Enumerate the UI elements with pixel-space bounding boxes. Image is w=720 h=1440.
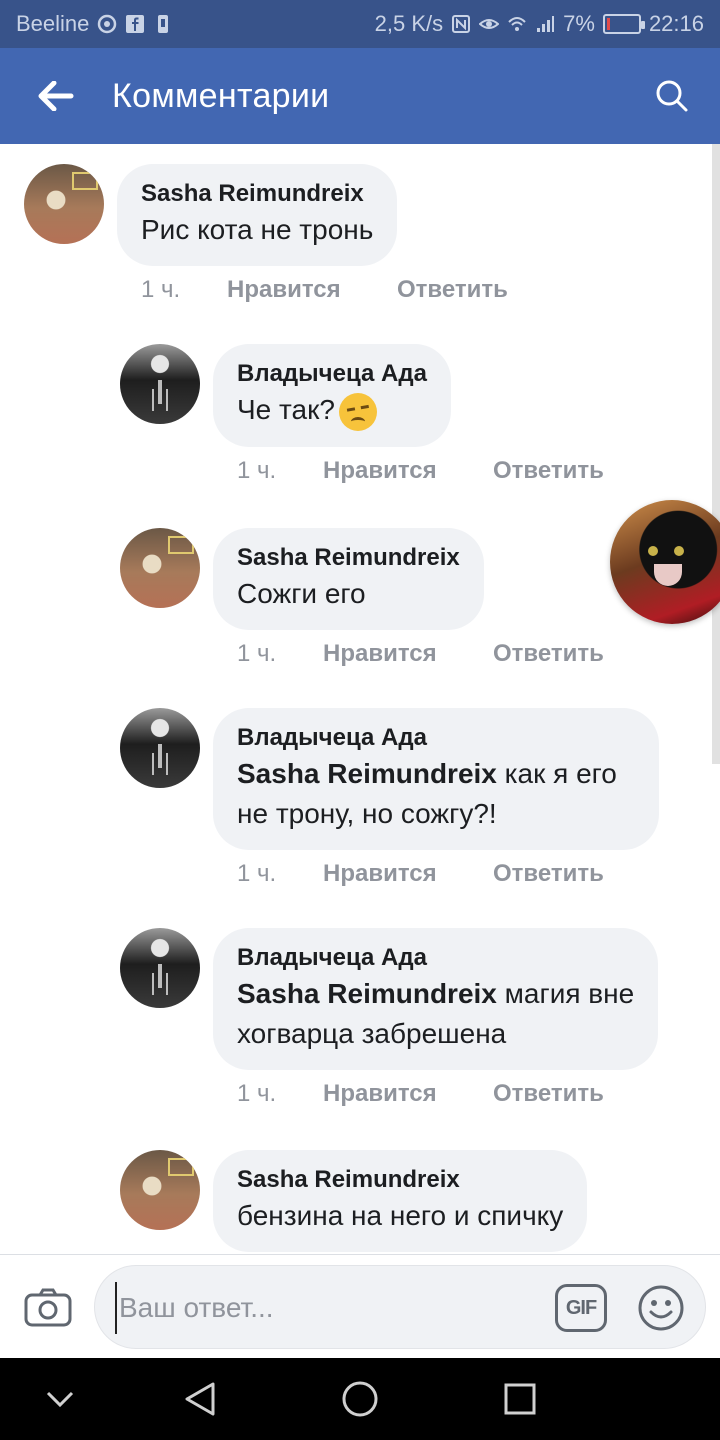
comment-actions: 1 ч. Нравится Ответить [213,1080,658,1108]
nav-back-button[interactable] [150,1358,250,1440]
camera-icon [24,1288,72,1327]
back-triangle-icon [185,1382,215,1416]
page-title: Комментарии [112,76,330,115]
mention-link[interactable]: Sasha Reimundreix [237,758,497,789]
comment-text-line: Sasha Reimundreix как я его [237,754,617,794]
comment-text-line-2: не трону, но сожгу?! [237,798,497,829]
comment: Владычеца Ада Че так? 1 ч. Нравится Отве… [120,344,604,485]
smiley-icon[interactable] [637,1284,685,1332]
comment-time: 1 ч. [237,640,277,667]
like-button[interactable]: Нравится [323,860,493,888]
comment-text-row: Че так? [237,390,427,431]
comment-time: 1 ч. [237,456,277,484]
comment-time: 1 ч. [237,860,277,887]
comment: Владычеца Ада Sasha Reimundreix как я ег… [120,708,659,888]
comment-actions: 1 ч. Нравится Ответить [213,640,604,668]
comment-text: магия вне [496,978,635,1009]
camera-button[interactable] [22,1281,74,1333]
comment-actions: 1 ч. Нравится Ответить [117,276,508,304]
scrollbar[interactable] [712,144,720,764]
chat-head-bubble[interactable] [610,500,720,624]
comment-actions: 1 ч. Нравится Ответить [213,860,659,888]
comment-bubble[interactable]: Владычеца Ада Sasha Reimundreix как я ег… [213,708,659,850]
comment-author[interactable]: Владычеца Ада [237,722,617,754]
nav-recents-button[interactable] [470,1358,570,1440]
comment-author[interactable]: Владычеца Ада [237,358,427,390]
nav-home-button[interactable] [310,1358,410,1440]
reply-input[interactable] [115,1282,535,1334]
comments-list[interactable]: Sasha Reimundreix Рис кота не тронь 1 ч.… [0,144,720,1254]
avatar[interactable] [120,708,200,788]
like-button[interactable]: Нравится [323,640,493,668]
search-button[interactable] [624,48,720,144]
avatar[interactable] [120,928,200,1008]
comment-author[interactable]: Владычеца Ада [237,942,634,974]
app-header: Комментарии [0,48,720,144]
comment-bubble[interactable]: Sasha Reimundreix бензина на него и спич… [213,1150,588,1252]
comment-time: 1 ч. [141,276,181,303]
like-button[interactable]: Нравится [227,276,397,304]
comment-text-line-2: хогварца забрешена [237,1018,507,1049]
reply-button[interactable]: Ответить [493,1080,604,1108]
comment-time: 1 ч. [237,1080,277,1107]
avatar[interactable] [120,1150,200,1230]
comment-author[interactable]: Sasha Reimundreix [237,542,460,574]
reply-button[interactable]: Ответить [493,640,604,668]
status-bar: Beeline 2,5 K/s 7% 22:16 [0,0,720,48]
avatar[interactable] [24,164,104,244]
network-speed: 2,5 K/s [374,11,444,36]
eye-icon [479,19,500,29]
chrome-icon [98,14,117,34]
like-button[interactable]: Нравится [323,457,493,485]
comment-text: Сожги его [237,578,366,609]
comment-text-line: Sasha Reimundreix магия вне [237,974,634,1014]
back-button[interactable] [0,48,112,144]
comment-text: как я его [496,758,617,789]
nfc-icon [452,15,471,33]
gif-button[interactable]: GIF [555,1284,607,1332]
comment: Sasha Reimundreix бензина на него и спич… [120,1150,588,1252]
comment-text: Че так? [237,394,335,425]
reply-button[interactable]: Ответить [493,860,604,888]
system-nav-bar [0,1358,720,1440]
arrow-left-icon [38,81,74,111]
comment-text: Рис кота не тронь [141,214,374,245]
comment-actions: 1 ч. Нравится Ответить [213,457,604,485]
chevron-down-icon [46,1391,74,1408]
reply-button[interactable]: Ответить [397,276,508,304]
comment-author[interactable]: Sasha Reimundreix [237,1164,563,1196]
search-icon [656,80,688,112]
comment-bubble[interactable]: Sasha Reimundreix Рис кота не тронь [117,164,398,266]
avatar[interactable] [120,344,200,424]
comment: Sasha Reimundreix Сожги его 1 ч. Нравитс… [120,528,604,668]
clock: 22:16 [648,11,704,36]
reply-input-box[interactable]: GIF [94,1265,706,1349]
avatar[interactable] [120,528,200,608]
disappointed-face-icon [338,392,377,431]
comment: Владычеца Ада Sasha Reimundreix магия вн… [120,928,659,1108]
sim-icon [158,15,169,33]
comment-bubble[interactable]: Sasha Reimundreix Сожги его [213,528,484,630]
wifi-icon [508,17,526,31]
facebook-icon [126,15,145,33]
like-button[interactable]: Нравится [323,1080,493,1108]
reply-composer: GIF [0,1254,720,1358]
recents-square-icon [504,1383,536,1415]
battery-level [606,18,610,30]
comment-bubble[interactable]: Владычеца Ада Че так? [213,344,451,447]
comment-author[interactable]: Sasha Reimundreix [141,178,373,210]
battery-percent: 7% [563,11,595,36]
signal-icon [537,16,555,32]
battery-icon [602,14,645,34]
home-circle-icon [342,1381,378,1417]
comment-text: бензина на него и спичку [237,1200,564,1231]
hide-nav-button[interactable] [10,1358,110,1440]
mention-link[interactable]: Sasha Reimundreix [237,978,497,1009]
comment-bubble[interactable]: Владычеца Ада Sasha Reimundreix магия вн… [213,928,659,1070]
reply-button[interactable]: Ответить [493,457,604,485]
carrier-name: Beeline [16,11,90,36]
comment: Sasha Reimundreix Рис кота не тронь 1 ч.… [24,164,508,304]
